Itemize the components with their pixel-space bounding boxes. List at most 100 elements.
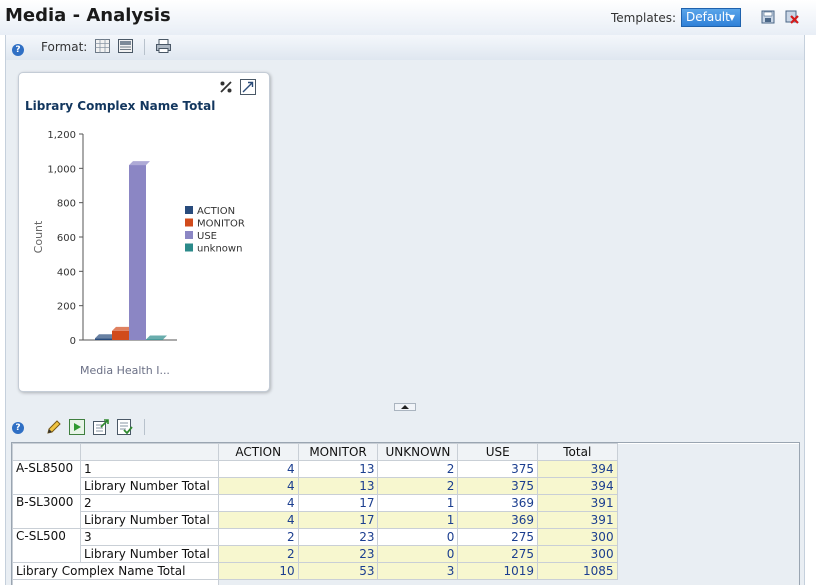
subtotal-label: Library Number Total: [79, 511, 219, 529]
table-filler: [617, 545, 799, 563]
chevron-down-icon: ▼: [728, 13, 735, 22]
table-cell: 1019: [457, 562, 538, 580]
legend-swatch: [185, 218, 193, 227]
table-row: C-SL500 3 2 23 0 275 300: [12, 528, 799, 563]
table-cell: 300: [536, 545, 618, 563]
table-row: B-SL3000 2 4 17 1 369 391: [12, 494, 799, 529]
table-cell: 0: [377, 528, 459, 546]
table-cell: 1085: [536, 562, 618, 580]
toolbar-separator: [144, 39, 145, 55]
y-axis-label: Count: [32, 220, 45, 253]
row-label: 3: [79, 528, 219, 546]
collapse-splitter[interactable]: [394, 403, 416, 411]
bar-top-use: [129, 161, 150, 166]
edit-pencil-icon[interactable]: [46, 419, 62, 435]
table-cell: 391: [536, 511, 618, 529]
y-tick-label: 1,000: [47, 164, 76, 175]
toolbar-separator: [144, 419, 145, 435]
format-label: Format:: [41, 40, 88, 54]
table-cell: [457, 579, 538, 585]
bar-monitor: [112, 330, 129, 340]
filter-rows-icon[interactable]: [117, 419, 133, 435]
table-row: A-SL8500 1 4 13 2 375 394: [12, 460, 799, 495]
table-filler: [617, 477, 799, 495]
table-cell: 4: [217, 460, 299, 478]
templates-label: Templates:: [611, 11, 677, 25]
table-help-icon[interactable]: ?: [12, 422, 24, 434]
caret-up-icon: [401, 405, 409, 409]
table-filler: [617, 579, 799, 585]
column-header[interactable]: USE: [457, 443, 538, 461]
templates-selected-value: Default: [686, 10, 730, 24]
table-filler: [617, 562, 799, 580]
bar-action: [95, 338, 112, 340]
table-cell: 10: [217, 562, 299, 580]
table-cell: 300: [536, 528, 618, 546]
y-tick-label: 200: [57, 302, 76, 313]
y-tick-label: 1,200: [47, 130, 76, 141]
percent-icon[interactable]: [218, 79, 234, 95]
delete-template-icon[interactable]: [785, 10, 799, 24]
table-cell: 275: [457, 545, 538, 563]
legend-label: USE: [197, 231, 217, 242]
subtotal-row: Library Number Total 4 17 1 369 391: [13, 511, 799, 529]
column-header[interactable]: UNKNOWN: [377, 443, 459, 461]
subtotal-row: Library Number Total 2 23 0 275 300: [13, 545, 799, 563]
table-format-icon[interactable]: [95, 39, 110, 53]
table-cell: 0: [377, 545, 459, 563]
subtotal-label: Library Number Total: [79, 477, 219, 495]
run-icon[interactable]: [69, 419, 85, 435]
table-cell: 23: [297, 545, 379, 563]
table-cell: 4: [217, 494, 299, 512]
data-table: ACTION MONITOR UNKNOWN USE Total A-SL850…: [12, 443, 799, 585]
y-tick-label: 400: [57, 267, 76, 278]
print-icon[interactable]: [156, 39, 171, 53]
y-tick-label: 0: [70, 336, 76, 347]
help-icon[interactable]: ?: [12, 44, 24, 56]
table-cell: 275: [457, 528, 538, 546]
table-cell: 1: [377, 511, 459, 529]
header-corner: [12, 443, 81, 461]
table-cell: 369: [457, 511, 538, 529]
table-row-empty: [12, 579, 799, 585]
table-cell: 3: [377, 562, 459, 580]
subtotal-row: Library Number Total 4 13 2 375 394: [13, 477, 799, 495]
row-group-label: A-SL8500: [12, 460, 81, 495]
table-cell: 17: [297, 494, 379, 512]
chart-table-format-icon[interactable]: [118, 39, 133, 53]
page-title: Media - Analysis: [5, 5, 171, 26]
bar-top-unknown: [146, 335, 167, 340]
grand-total-label: Library Complex Name Total: [12, 562, 219, 580]
grand-total-row: Library Complex Name Total 10 53 3 1019 1085: [12, 562, 799, 580]
column-header[interactable]: MONITOR: [297, 443, 379, 461]
page-header: Media - Analysis Templates: Default ▼: [0, 0, 816, 35]
legend-swatch: [185, 206, 193, 214]
column-header[interactable]: ACTION: [217, 443, 299, 461]
row-label: 2: [79, 494, 219, 512]
legend-label: unknown: [197, 244, 242, 255]
header-corner: [79, 443, 219, 461]
table-cell: 2: [217, 545, 299, 563]
table-cell: 13: [297, 460, 379, 478]
table-filler: [617, 528, 799, 546]
row-group-label: B-SL3000: [12, 494, 81, 529]
y-tick-label: 600: [57, 233, 76, 244]
legend-label: MONITOR: [197, 219, 245, 230]
save-template-icon[interactable]: [761, 10, 775, 24]
pivot-table: ACTION MONITOR UNKNOWN USE Total A-SL850…: [11, 442, 800, 585]
subtotal-label: Library Number Total: [79, 545, 219, 563]
column-header[interactable]: Total: [536, 443, 618, 461]
x-axis-label: Media Health I...: [80, 364, 170, 377]
row-group-label: C-SL500: [12, 528, 81, 563]
export-icon[interactable]: [93, 419, 109, 435]
table-header-row: ACTION MONITOR UNKNOWN USE Total: [12, 443, 799, 461]
table-cell: 13: [297, 477, 379, 495]
table-cell: [377, 579, 458, 585]
maximize-chart-icon[interactable]: [240, 79, 256, 95]
table-cell: 4: [217, 511, 299, 529]
table-cell: [218, 579, 299, 585]
table-filler: [617, 443, 799, 461]
table-cell: 17: [297, 511, 379, 529]
templates-dropdown[interactable]: Default ▼: [681, 8, 741, 27]
table-cell: 394: [536, 460, 618, 478]
